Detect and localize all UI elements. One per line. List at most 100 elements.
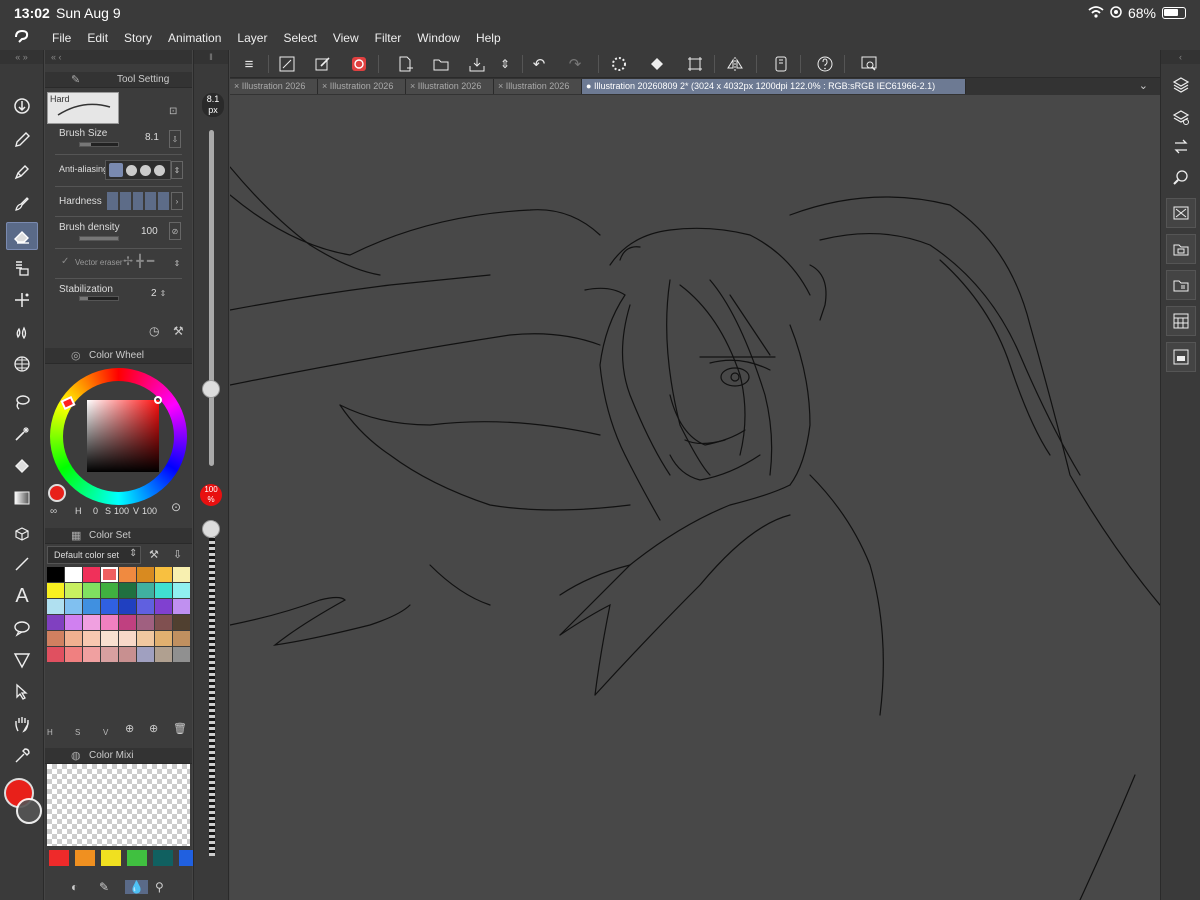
reset-clock-icon[interactable]: ◷ (149, 324, 159, 338)
mix-eyedropper-icon[interactable]: ⚲ (155, 880, 164, 894)
balloon-icon[interactable] (6, 614, 38, 642)
brush-size-track[interactable] (209, 130, 214, 466)
color-swatch[interactable] (47, 647, 64, 662)
color-swatch[interactable] (65, 567, 82, 582)
lock-icon[interactable]: ⊡ (169, 106, 177, 117)
mixing-swatch[interactable] (127, 850, 147, 866)
color-swatch[interactable] (65, 615, 82, 630)
color-swatch[interactable] (137, 615, 154, 630)
hardness-selector[interactable] (107, 192, 169, 210)
stabilization-stepper[interactable]: ⇕ (157, 284, 169, 302)
color-swatch[interactable] (155, 599, 172, 614)
hand-icon[interactable] (6, 710, 38, 738)
color-swatch[interactable] (65, 583, 82, 598)
smartphone-icon[interactable] (770, 53, 792, 75)
saturation-value-square[interactable] (87, 400, 159, 472)
mix-blur-icon[interactable]: 💧 (125, 880, 148, 894)
color-swatch[interactable] (83, 631, 100, 646)
doc-tab[interactable]: × Illustration 2026 (494, 79, 582, 94)
color-swatch[interactable] (83, 583, 100, 598)
airbrush-icon[interactable] (6, 318, 38, 346)
menu-window[interactable]: Window (409, 26, 468, 50)
menu-story[interactable]: Story (116, 26, 160, 50)
color-swatch[interactable] (101, 599, 118, 614)
magic-wand-icon[interactable] (6, 420, 38, 448)
anti-aliasing-selector[interactable] (105, 160, 171, 180)
tool-property-tab[interactable]: ✎ Tool Setting (45, 72, 192, 88)
color-swatch[interactable] (101, 615, 118, 630)
quick-access-icon[interactable] (1166, 306, 1196, 336)
brush-size-dropdown-icon[interactable]: ⇩ (169, 130, 181, 148)
panel-collapse-strip[interactable]: « ‹ (45, 50, 192, 64)
color-swatch[interactable] (47, 583, 64, 598)
color-wheel[interactable] (50, 368, 187, 505)
color-swatch[interactable] (119, 647, 136, 662)
color-mixing-canvas[interactable] (47, 764, 190, 846)
color-set-tab[interactable]: ▦ Color Set (45, 528, 192, 544)
mixing-swatch[interactable] (153, 850, 173, 866)
opacity-knob[interactable] (202, 520, 220, 538)
brush-icon[interactable] (6, 190, 38, 218)
eraser-icon[interactable] (6, 222, 38, 250)
edit-canvas-icon[interactable] (312, 53, 334, 75)
anti-aliasing-stepper[interactable]: ⇕ (171, 161, 183, 179)
color-swatch[interactable] (101, 631, 118, 646)
color-set-import-icon[interactable]: ⇩ (173, 548, 182, 561)
decoration-icon[interactable] (6, 286, 38, 314)
color-wheel-tab[interactable]: ◎ Color Wheel (45, 348, 192, 364)
brush-density-slider[interactable] (79, 236, 119, 241)
loading-spinner-icon[interactable] (608, 53, 630, 75)
color-swatch[interactable] (101, 567, 118, 582)
menu-view[interactable]: View (325, 26, 367, 50)
item-bank-icon[interactable] (1166, 270, 1196, 300)
color-swatch[interactable] (83, 599, 100, 614)
stabilization-value[interactable]: 2 (151, 288, 157, 299)
fill-selection-icon[interactable] (646, 53, 668, 75)
color-swatch[interactable] (173, 615, 190, 630)
close-icon[interactable]: × (322, 81, 327, 91)
delete-color-icon[interactable]: 🗑 (173, 722, 187, 735)
opacity-track[interactable] (209, 520, 215, 856)
undo-icon[interactable]: ↶ (528, 53, 550, 75)
blend-icon[interactable] (6, 254, 38, 282)
color-swatch[interactable] (137, 647, 154, 662)
menu-animation[interactable]: Animation (160, 26, 229, 50)
color-swatch[interactable] (137, 567, 154, 582)
color-swatch[interactable] (155, 631, 172, 646)
doc-tab-active[interactable]: ● Illustration 20260809 2* (3024 x 4032p… (582, 79, 966, 94)
hardness-next-icon[interactable]: › (171, 192, 183, 210)
brush-size-slider[interactable] (79, 142, 119, 147)
add-color-drop-icon[interactable]: ⊕ (149, 722, 158, 735)
color-swatch[interactable] (173, 647, 190, 662)
transform-icon[interactable] (684, 53, 706, 75)
new-file-icon[interactable] (394, 53, 416, 75)
vector-eraser-options-icon[interactable]: ✢ ╋ ━ (123, 254, 154, 268)
color-mixing-tab[interactable]: ◍ Color Mixi (45, 748, 192, 764)
color-swatch[interactable] (173, 583, 190, 598)
companion-icon[interactable] (348, 53, 370, 75)
color-mode-icon[interactable]: ⊙ (171, 500, 181, 514)
color-swatch[interactable] (173, 599, 190, 614)
color-swatch[interactable] (119, 567, 136, 582)
move-icon[interactable] (6, 92, 38, 120)
frame-icon[interactable] (6, 646, 38, 674)
swap-color-icon[interactable] (16, 798, 42, 824)
menu-select[interactable]: Select (275, 26, 324, 50)
brush-size-knob[interactable] (202, 379, 220, 398)
text-icon[interactable]: A (6, 582, 38, 610)
help-icon[interactable] (814, 53, 836, 75)
fill-icon[interactable] (6, 452, 38, 480)
saturation-value-handle[interactable] (154, 396, 162, 404)
pen-icon[interactable] (6, 126, 38, 154)
mesh-icon[interactable] (6, 350, 38, 378)
color-swatch[interactable] (65, 631, 82, 646)
color-swatch[interactable] (155, 615, 172, 630)
mix-brush-icon[interactable]: ✎ (99, 880, 109, 894)
color-set-select[interactable]: Default color set (47, 546, 141, 564)
color-swatch[interactable] (65, 647, 82, 662)
color-swatch[interactable] (173, 567, 190, 582)
color-swatch[interactable] (155, 567, 172, 582)
doc-tab[interactable]: × Illustration 2026 (406, 79, 494, 94)
color-swatch[interactable] (47, 599, 64, 614)
color-swatch[interactable] (119, 599, 136, 614)
